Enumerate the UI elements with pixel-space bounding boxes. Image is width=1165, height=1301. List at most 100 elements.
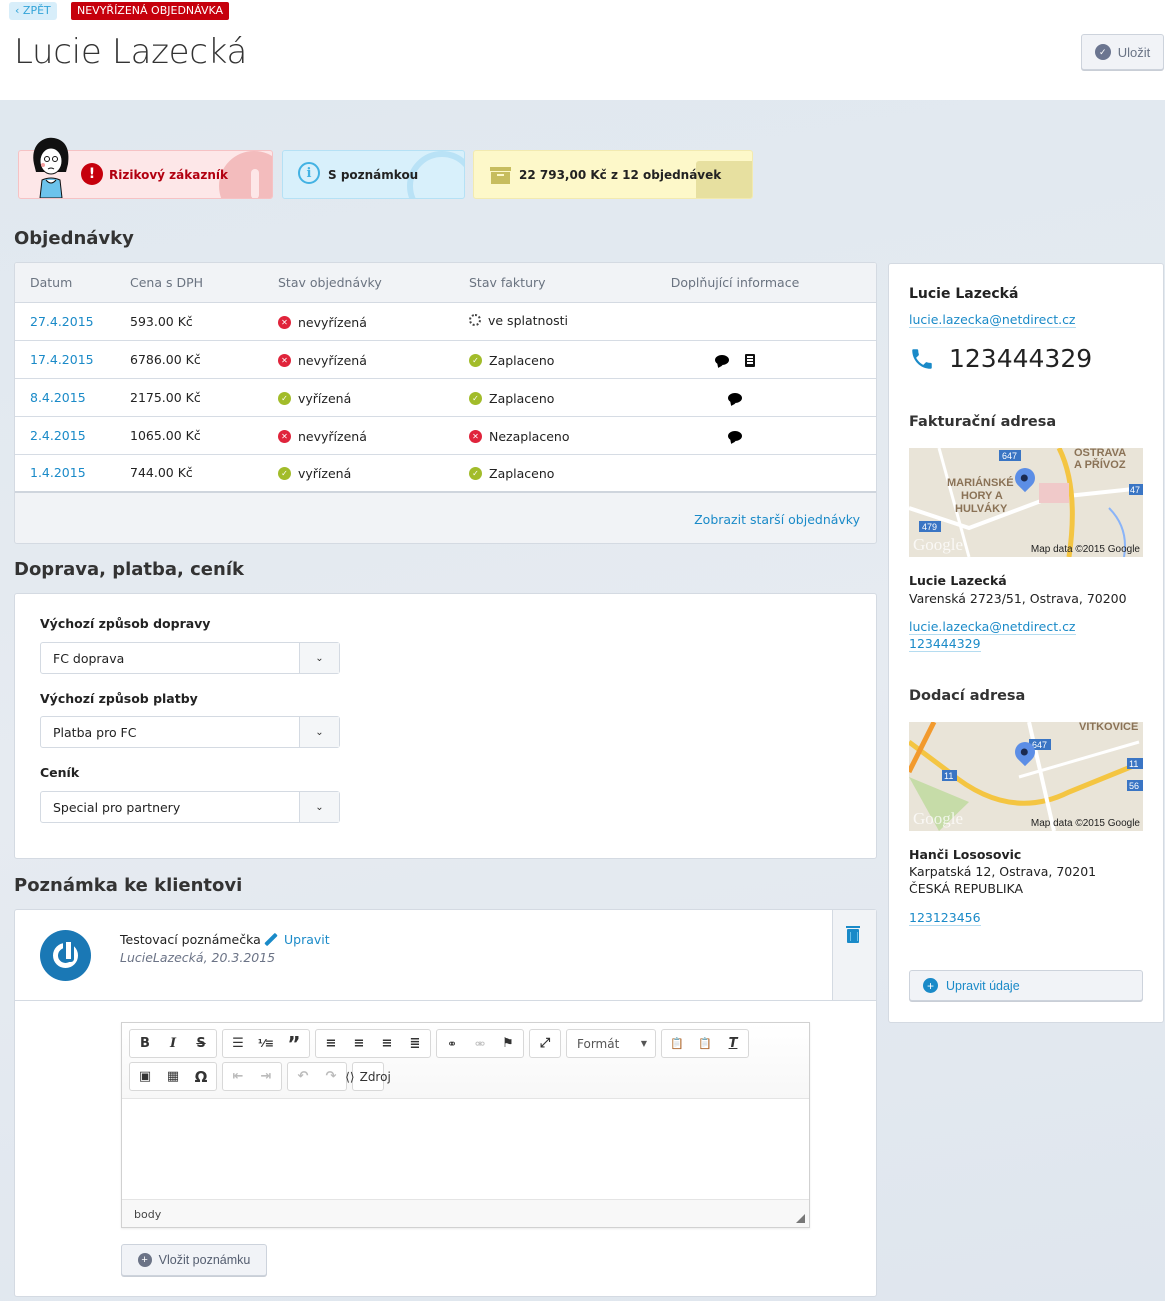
order-status: ✕ nevyřízená — [263, 302, 454, 341]
order-status-badge: NEVYŘÍZENÁ OBJEDNÁVKA — [71, 2, 230, 20]
save-button[interactable]: ✓ Uložit — [1081, 34, 1164, 70]
editor-element-path: body — [122, 1199, 809, 1227]
plus-icon: + — [137, 1253, 152, 1267]
align-left-icon[interactable]: ≡ — [317, 1030, 345, 1057]
edit-note-link[interactable]: Upravit — [264, 932, 330, 947]
svg-text:47: 47 — [1130, 485, 1140, 495]
link-icon[interactable]: ⚭ — [438, 1030, 466, 1057]
remove-format-icon[interactable]: T — [719, 1030, 747, 1057]
delivery-address-map[interactable]: 647 11 11 56 VÍTKOVICE Google Map data ©… — [909, 722, 1143, 831]
invoice-status: ✓ Zaplaceno — [454, 378, 654, 417]
order-price: 2175.00 Kč — [115, 378, 263, 417]
order-status: ✕ nevyřízená — [263, 416, 454, 455]
invoice-status: ve splatnosti — [454, 302, 654, 341]
maximize-icon[interactable]: ⤢ — [531, 1030, 559, 1057]
comment-icon[interactable] — [728, 393, 742, 403]
billing-phone-link[interactable]: 123444329 — [909, 636, 981, 652]
order-status: ✓ vyřízená — [263, 454, 454, 493]
phone-icon — [912, 348, 932, 369]
order-price: 744.00 Kč — [115, 454, 263, 493]
billing-email-link[interactable]: lucie.lazecka@netdirect.cz — [909, 619, 1076, 635]
trash-icon[interactable] — [846, 926, 860, 943]
anchor-flag-icon[interactable]: ⚑ — [494, 1030, 522, 1057]
chevron-down-icon[interactable]: ⌄ — [299, 643, 339, 673]
note-meta: LucieLazecká, 20.3.2015 — [120, 950, 276, 965]
order-date[interactable]: 1.4.2015 — [15, 454, 115, 493]
extra-info — [654, 302, 876, 341]
align-justify-icon[interactable]: ≣ — [401, 1030, 429, 1057]
source-code-icon: ⟨⟩ — [345, 1069, 355, 1084]
orders-heading: Objednávky — [14, 228, 134, 249]
order-date[interactable]: 8.4.2015 — [15, 378, 115, 417]
billing-address: Varenská 2723/51, Ostrava, 70200 — [909, 591, 1127, 606]
comment-icon[interactable] — [715, 355, 729, 365]
svg-text:56: 56 — [1129, 781, 1139, 791]
special-char-icon[interactable]: Ω — [187, 1063, 215, 1090]
numbered-list-icon[interactable]: ⅟≡ — [252, 1030, 280, 1057]
chevron-down-icon[interactable]: ⌄ — [299, 717, 339, 747]
alert-icon: ! — [81, 163, 103, 185]
column-header-price: Cena s DPH — [115, 263, 263, 303]
italic-icon[interactable]: I — [159, 1030, 187, 1057]
column-header-invoice-status: Stav faktury — [454, 263, 654, 303]
outdent-icon: ⇤ — [232, 1069, 244, 1084]
default-payment-select[interactable]: Platba pro FC ⌄ — [40, 716, 340, 748]
show-older-orders-link[interactable]: Zobrazit starší objednávky — [694, 512, 860, 527]
billing-address-map[interactable]: 647 479 47 MARIÁNSKÉ HORY A HULVÁKY OSTR… — [909, 448, 1143, 557]
price-list-select[interactable]: Special pro partnery ⌄ — [40, 791, 340, 823]
extra-info — [654, 416, 876, 455]
customer-phone: 123444329 — [909, 344, 1092, 373]
svg-text:11: 11 — [1129, 759, 1138, 769]
x-circle-icon: ✕ — [278, 353, 291, 367]
back-button[interactable]: ‹ ZPĚT — [9, 2, 57, 20]
align-center-icon[interactable]: ≡ — [345, 1030, 373, 1057]
format-dropdown[interactable]: Formát ▼ — [566, 1029, 656, 1058]
source-button[interactable]: ⟨⟩ Zdroj — [345, 1063, 391, 1090]
align-right-icon[interactable]: ≡ — [373, 1030, 401, 1057]
strikethrough-icon[interactable]: S — [187, 1030, 215, 1057]
delivery-name: Hanči Lososovic — [909, 847, 1022, 862]
note-item: Testovací poznámečka Upravit LucieLazeck… — [15, 910, 833, 1001]
customer-email-link[interactable]: lucie.lazecka@netdirect.cz — [909, 312, 1076, 328]
default-shipping-select[interactable]: FC doprava ⌄ — [40, 642, 340, 674]
order-date[interactable]: 17.4.2015 — [15, 340, 115, 379]
bulleted-list-icon[interactable]: ☰ — [224, 1030, 252, 1057]
edit-details-button[interactable]: + Upravit údaje — [909, 970, 1143, 1001]
svg-text:A PŘÍVOZ: A PŘÍVOZ — [1074, 458, 1126, 471]
shipping-card: Výchozí způsob dopravy FC doprava ⌄ Vých… — [14, 593, 877, 859]
order-date[interactable]: 27.4.2015 — [15, 302, 115, 341]
orders-table: Datum Cena s DPH Stav objednávky Stav fa… — [15, 263, 876, 493]
pending-spinner-icon — [469, 314, 481, 327]
editor-content-area[interactable] — [122, 1099, 809, 1199]
price-list-label: Ceník — [40, 765, 80, 780]
svg-text:11: 11 — [944, 771, 953, 781]
clipboard-icon[interactable] — [745, 353, 755, 367]
delivery-phone-link[interactable]: 123123456 — [909, 910, 981, 926]
table-row: 8.4.2015 2175.00 Kč ✓ vyřízená ✓ Zaplaceno — [15, 378, 876, 417]
invoice-status: ✕ Nezaplaceno — [454, 416, 654, 455]
resize-handle[interactable] — [796, 1214, 805, 1223]
image-icon[interactable]: ▣ — [131, 1063, 159, 1090]
unlink-icon: ⚮ — [474, 1036, 486, 1051]
order-date[interactable]: 2.4.2015 — [15, 416, 115, 455]
billing-address-heading: Fakturační adresa — [909, 414, 1057, 430]
chevron-down-icon[interactable]: ⌄ — [299, 792, 339, 822]
svg-text:MARIÁNSKÉ: MARIÁNSKÉ — [947, 476, 1014, 489]
plus-icon: + — [923, 978, 938, 993]
total-spend-tile: 22 793,00 Kč z 12 objednávek — [473, 150, 753, 199]
table-icon[interactable]: ▦ — [159, 1063, 187, 1090]
svg-text:647: 647 — [1002, 451, 1017, 461]
comment-icon[interactable] — [728, 431, 742, 441]
add-note-button[interactable]: + Vložit poznámku — [121, 1244, 267, 1276]
order-status: ✓ vyřízená — [263, 378, 454, 417]
svg-text:OSTRAVA: OSTRAVA — [1074, 448, 1126, 459]
order-price: 6786.00 Kč — [115, 340, 263, 379]
paste-word-icon[interactable]: 📋 — [691, 1030, 719, 1057]
customer-name: Lucie Lazecká — [909, 286, 1019, 302]
customer-avatar-illustration — [33, 137, 69, 198]
bold-icon[interactable]: B — [131, 1030, 159, 1057]
column-header-order-status: Stav objednávky — [263, 263, 454, 303]
billing-name: Lucie Lazecká — [909, 573, 1007, 588]
blockquote-icon[interactable]: ” — [280, 1030, 308, 1057]
paste-text-icon[interactable]: 📋 — [663, 1030, 691, 1057]
